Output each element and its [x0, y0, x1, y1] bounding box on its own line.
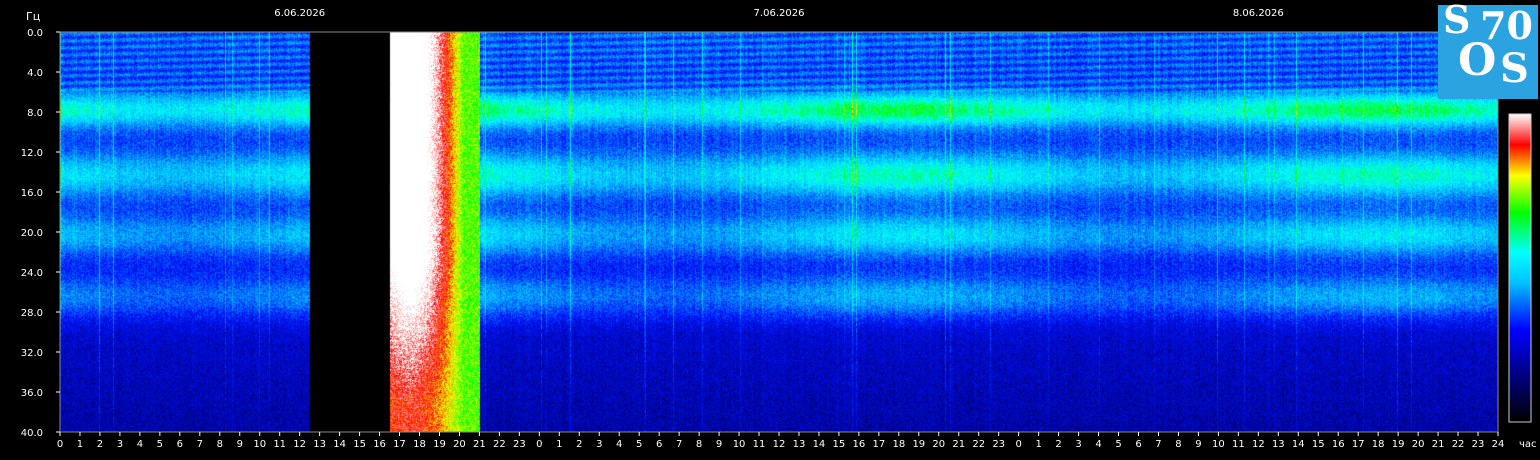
y-tick-label: 40.0	[21, 428, 43, 439]
y-tick-label: 28.0	[21, 308, 43, 319]
x-tick-label: 19	[433, 439, 446, 450]
colorbar	[1508, 113, 1532, 423]
x-tick-label: 18	[892, 439, 905, 450]
x-tick-label: 24	[1492, 439, 1505, 450]
x-tick-label: 11	[1232, 439, 1245, 450]
date-label: 7.06.2026	[754, 8, 805, 19]
x-tick-label: 14	[333, 439, 346, 450]
logo-letter-s-bottom: S	[1500, 45, 1529, 92]
x-tick-label: 16	[1332, 439, 1345, 450]
x-tick-label: 0	[1015, 439, 1021, 450]
date-label: 8.06.2026	[1233, 8, 1284, 19]
y-tick-label: 36.0	[21, 388, 43, 399]
x-tick-label: 10	[1212, 439, 1225, 450]
x-tick-label: 22	[493, 439, 506, 450]
y-tick-label: 8.0	[27, 108, 43, 119]
x-tick-label: 6	[1135, 439, 1141, 450]
y-tick-label: 4.0	[27, 68, 43, 79]
x-tick-label: 13	[1272, 439, 1285, 450]
x-tick-label: 15	[353, 439, 366, 450]
x-tick-label: 19	[912, 439, 925, 450]
x-tick-label: 14	[1292, 439, 1305, 450]
x-tick-label: 19	[1392, 439, 1405, 450]
x-tick-label: 16	[853, 439, 866, 450]
x-tick-label: 12	[1252, 439, 1265, 450]
x-tick-label: 0	[536, 439, 542, 450]
x-tick-label: 23	[513, 439, 526, 450]
x-tick-label: 2	[576, 439, 582, 450]
x-tick-label: 4	[137, 439, 143, 450]
spectrogram-heatmap	[60, 32, 1498, 432]
logo-letter-s-top: S	[1443, 0, 1471, 42]
y-tick-label: 12.0	[21, 148, 43, 159]
x-tick-label: 7	[676, 439, 682, 450]
x-tick-label: 21	[952, 439, 965, 450]
x-tick-label: 5	[1115, 439, 1121, 450]
x-tick-label: 22	[1452, 439, 1465, 450]
x-tick-label: 23	[992, 439, 1005, 450]
x-tick-label: 9	[1195, 439, 1201, 450]
x-tick-label: 23	[1472, 439, 1485, 450]
x-tick-label: 3	[1075, 439, 1081, 450]
x-tick-label: 22	[972, 439, 985, 450]
x-tick-label: 20	[932, 439, 945, 450]
x-tick-label: 17	[393, 439, 406, 450]
x-axis-label: час	[1519, 439, 1537, 450]
x-tick-label: 7	[197, 439, 203, 450]
x-tick-label: 20	[1412, 439, 1425, 450]
x-tick-label: 2	[97, 439, 103, 450]
y-axis-label: Гц	[26, 10, 40, 23]
x-tick-label: 8	[696, 439, 702, 450]
x-tick-label: 14	[813, 439, 826, 450]
x-tick-label: 11	[273, 439, 286, 450]
x-tick-label: 9	[716, 439, 722, 450]
sos70-logo: S 70 O S	[1438, 1, 1538, 99]
x-tick-label: 5	[636, 439, 642, 450]
x-tick-label: 8	[217, 439, 223, 450]
x-tick-label: 15	[833, 439, 846, 450]
x-tick-label: 9	[237, 439, 243, 450]
date-label: 6.06.2026	[274, 8, 325, 19]
x-tick-label: 0	[57, 439, 63, 450]
x-tick-label: 11	[753, 439, 766, 450]
x-tick-label: 18	[413, 439, 426, 450]
logo-letter-o: O	[1458, 35, 1497, 86]
x-tick-label: 21	[1432, 439, 1445, 450]
x-tick-label: 10	[733, 439, 746, 450]
x-tick-label: 4	[1095, 439, 1101, 450]
y-tick-label: 20.0	[21, 228, 43, 239]
x-tick-label: 12	[773, 439, 786, 450]
x-tick-label: 1	[77, 439, 83, 450]
x-tick-label: 17	[1352, 439, 1365, 450]
x-tick-label: 21	[473, 439, 486, 450]
x-tick-label: 10	[253, 439, 266, 450]
x-tick-label: 4	[616, 439, 622, 450]
x-tick-label: 7	[1155, 439, 1161, 450]
x-tick-label: 2	[1055, 439, 1061, 450]
x-tick-label: 6	[177, 439, 183, 450]
x-tick-label: 1	[556, 439, 562, 450]
x-tick-label: 13	[793, 439, 806, 450]
spectrogram-chart: 0.0 4.0 8.0 12.0 16.0 20.0 24.0 28.0 32.0 36.0 40.…	[0, 0, 1540, 460]
x-tick-label: 3	[596, 439, 602, 450]
x-tick-label: 8	[1175, 439, 1181, 450]
x-tick-label: 15	[1312, 439, 1325, 450]
y-tick-label: 16.0	[21, 188, 43, 199]
x-tick-label: 5	[157, 439, 163, 450]
x-tick-label: 16	[373, 439, 386, 450]
x-tick-label: 13	[313, 439, 326, 450]
y-tick-label: 32.0	[21, 348, 43, 359]
x-tick-label: 12	[293, 439, 306, 450]
x-tick-label: 6	[656, 439, 662, 450]
x-tick-label: 1	[1035, 439, 1041, 450]
x-tick-label: 20	[453, 439, 466, 450]
y-tick-label: 0.0	[27, 28, 43, 39]
x-tick-label: 3	[117, 439, 123, 450]
x-tick-label: 17	[872, 439, 885, 450]
y-tick-label: 24.0	[21, 268, 43, 279]
x-tick-label: 18	[1372, 439, 1385, 450]
